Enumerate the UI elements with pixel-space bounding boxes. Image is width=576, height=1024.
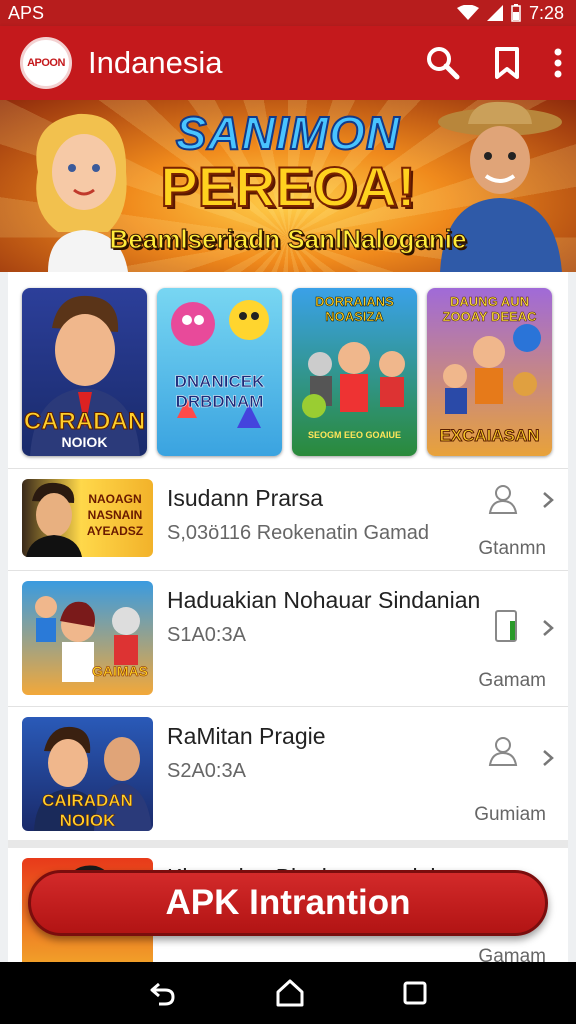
list-item-thumb-text: GAIMAS [92, 663, 149, 680]
featured-game-card-3[interactable]: DORRAIANS NOASIZA SEOGM EEO GOAIUE [292, 288, 417, 456]
list-item-thumb-text: CAIRADAN NOIOK [42, 791, 133, 831]
apk-install-button[interactable]: APK Intrantion [28, 870, 548, 936]
clock: 7:28 [528, 2, 564, 23]
phone-battery-icon [495, 610, 517, 642]
chevron-right-icon[interactable] [542, 619, 554, 637]
status-bar: APS 7:28 [0, 0, 576, 26]
list-item-category: Gamam [478, 946, 546, 962]
list-item-category: Gamam [478, 670, 546, 691]
featured-game-card-2[interactable]: DNANICEK DRBDNAM [157, 288, 282, 456]
battery-icon [511, 4, 521, 22]
featured-card-4-subtitle: EXCAIASAN [439, 426, 540, 446]
list-item-category: Gtanmn [478, 538, 546, 559]
featured-card-3-subtitle: SEOGM EEO GOAIUE [307, 430, 401, 440]
app-bar: APOON Indanesia [0, 26, 576, 100]
promo-banner[interactable]: SANIMON PEREOA! Beamlseriadn SanlNalogan… [0, 100, 576, 272]
featured-card-2-title: DNANICEK DRBDNAM [174, 372, 265, 412]
list-item[interactable]: GAIMAS Haduakian Nohauar Sindanian S1A0:… [8, 570, 568, 706]
app-title: Indanesia [88, 45, 223, 80]
carrier-label: APS [8, 2, 45, 23]
list-item[interactable]: CAIRADAN NOIOK RaMitan Pragie S2A0:3A Gu… [8, 706, 568, 840]
banner-subtitle: Beamlseriadn SanlNaloganie [109, 224, 467, 255]
featured-game-card-4[interactable]: DAUNG AUN ZOOAY DEEAC EXCAIASAN [427, 288, 552, 456]
chevron-right-icon[interactable] [542, 491, 554, 509]
person-icon [488, 485, 518, 514]
app-logo[interactable]: APOON [20, 37, 72, 89]
chevron-right-icon[interactable] [542, 749, 554, 767]
more-vert-icon[interactable] [554, 48, 562, 78]
banner-title-line2: PEREOA! [159, 154, 416, 219]
content-list: CARADAN NOIOK DNANICEK DRBDNAM DORRAIANS… [8, 272, 568, 962]
list-item-thumbnail: GAIMAS [22, 581, 153, 695]
list-item-thumb-text: NAOAGN NASNAIN AYEADSZ [86, 492, 144, 538]
bookmark-icon[interactable] [494, 47, 520, 79]
list-item-thumbnail: NAOAGN NASNAIN AYEADSZ [22, 479, 153, 557]
featured-game-card-1[interactable]: CARADAN NOIOK [22, 288, 147, 456]
person-icon [488, 737, 518, 766]
featured-card-3-title: DORRAIANS NOASIZA [315, 294, 394, 325]
banner-title-line1: SANIMON [175, 106, 401, 160]
featured-card-4-title: DAUNG AUN ZOOAY DEEAC [442, 294, 537, 325]
featured-games-row: CARADAN NOIOK DNANICEK DRBDNAM DORRAIANS… [8, 272, 568, 468]
list-item[interactable]: NAOAGN NASNAIN AYEADSZ Isudann Prarsa S,… [8, 468, 568, 570]
home-icon[interactable] [275, 979, 305, 1007]
search-icon[interactable] [426, 46, 460, 80]
signal-icon [486, 5, 503, 21]
back-icon[interactable] [149, 980, 177, 1006]
list-item-category: Gumiam [474, 804, 546, 825]
recents-icon[interactable] [403, 981, 427, 1005]
logo-text: APOON [27, 57, 65, 69]
system-nav-bar [0, 962, 576, 1024]
featured-card-1-subtitle: NOIOK [61, 434, 108, 450]
featured-card-1-title: CARADAN [23, 408, 146, 436]
wifi-icon [456, 5, 479, 20]
list-item-thumbnail: CAIRADAN NOIOK [22, 717, 153, 831]
